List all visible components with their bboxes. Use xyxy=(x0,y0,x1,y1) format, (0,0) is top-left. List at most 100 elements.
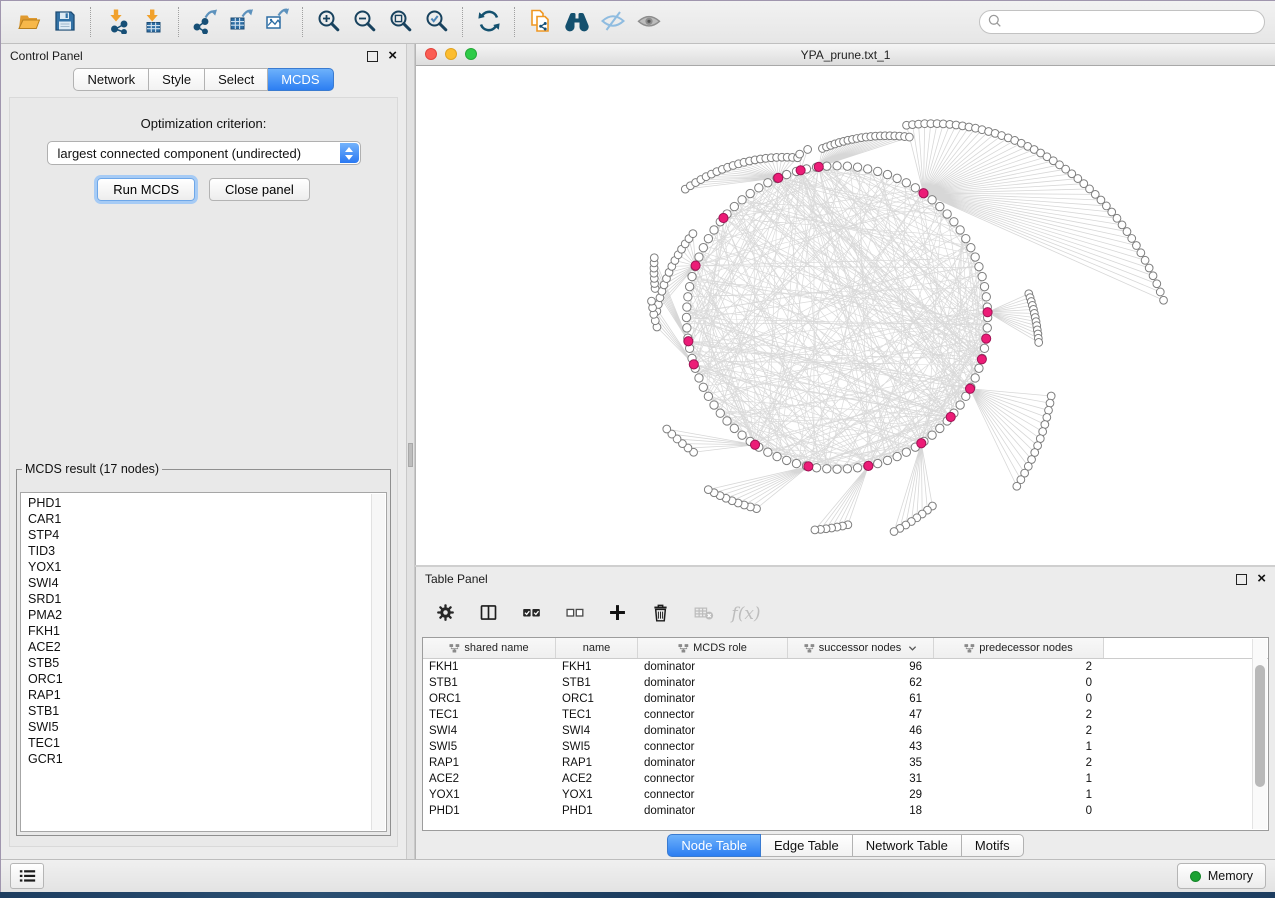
import-table-button[interactable] xyxy=(135,6,171,38)
mcds-node[interactable] xyxy=(919,189,928,198)
mcds-result-item[interactable]: STB1 xyxy=(21,703,386,719)
mcds-node[interactable] xyxy=(982,334,991,343)
table-row[interactable]: STB1STB1dominator620 xyxy=(423,675,1268,691)
mcds-result-item[interactable]: SWI4 xyxy=(21,575,386,591)
mcds-result-item[interactable]: TEC1 xyxy=(21,735,386,751)
mcds-node[interactable] xyxy=(946,412,955,421)
show-all-eye-button[interactable] xyxy=(631,6,667,38)
mcds-node[interactable] xyxy=(750,440,759,449)
mcds-node[interactable] xyxy=(719,213,728,222)
result-list-scrollbar[interactable] xyxy=(371,494,385,830)
table-row[interactable]: FKH1FKH1dominator962 xyxy=(423,659,1268,675)
close-panel-button[interactable]: Close panel xyxy=(209,178,310,201)
memory-button[interactable]: Memory xyxy=(1177,863,1266,889)
mcds-result-item[interactable]: SRD1 xyxy=(21,591,386,607)
mcds-node[interactable] xyxy=(774,173,783,182)
export-image-button[interactable] xyxy=(259,6,295,38)
float-panel-icon[interactable] xyxy=(367,51,378,62)
mcds-result-item[interactable]: TID3 xyxy=(21,543,386,559)
window-zoom-icon[interactable] xyxy=(465,48,477,60)
trash-button[interactable] xyxy=(649,603,671,625)
window-close-icon[interactable] xyxy=(425,48,437,60)
mcds-result-item[interactable]: STP4 xyxy=(21,527,386,543)
close-panel-icon[interactable]: × xyxy=(388,51,397,61)
table-scrollbar[interactable] xyxy=(1252,639,1267,829)
mcds-node[interactable] xyxy=(796,166,805,175)
export-table-button[interactable] xyxy=(223,6,259,38)
add-button[interactable] xyxy=(606,603,628,625)
mcds-result-item[interactable]: GCR1 xyxy=(21,751,386,767)
tab-node-table[interactable]: Node Table xyxy=(667,834,761,857)
table-row[interactable]: ORC1ORC1dominator610 xyxy=(423,691,1268,707)
mcds-result-item[interactable]: STB5 xyxy=(21,655,386,671)
column-header-name[interactable]: name xyxy=(556,638,638,658)
task-history-button[interactable] xyxy=(10,863,44,889)
export-network-button[interactable] xyxy=(187,6,223,38)
close-table-panel-icon[interactable]: × xyxy=(1257,574,1266,584)
column-header-shared-name[interactable]: shared name xyxy=(423,638,556,658)
mcds-result-item[interactable]: YOX1 xyxy=(21,559,386,575)
splitter-grip[interactable] xyxy=(408,443,413,467)
tab-select[interactable]: Select xyxy=(205,68,268,91)
zoom-in-button[interactable] xyxy=(311,6,347,38)
open-folder-button[interactable] xyxy=(11,6,47,38)
deselect-all-button[interactable] xyxy=(563,603,585,625)
share-document-button[interactable] xyxy=(523,6,559,38)
import-network-button[interactable] xyxy=(99,6,135,38)
select-all-button[interactable] xyxy=(520,603,542,625)
table-row[interactable]: YOX1YOX1connector291 xyxy=(423,787,1268,803)
mcds-node[interactable] xyxy=(864,461,873,470)
mcds-node[interactable] xyxy=(689,360,698,369)
binoculars-button[interactable] xyxy=(559,6,595,38)
table-row[interactable]: ACE2ACE2connector311 xyxy=(423,771,1268,787)
mcds-result-item[interactable]: ACE2 xyxy=(21,639,386,655)
optimization-select[interactable]: largest connected component (undirected) xyxy=(47,141,361,165)
mcds-result-item[interactable]: RAP1 xyxy=(21,687,386,703)
mcds-result-item[interactable]: PMA2 xyxy=(21,607,386,623)
run-mcds-button[interactable]: Run MCDS xyxy=(97,178,195,201)
refresh-button[interactable] xyxy=(471,6,507,38)
table-row[interactable]: RAP1RAP1dominator352 xyxy=(423,755,1268,771)
mcds-result-item[interactable]: PHD1 xyxy=(21,495,386,511)
network-canvas[interactable] xyxy=(416,66,1275,565)
hide-selected-eye-button[interactable] xyxy=(595,6,631,38)
mcds-node[interactable] xyxy=(983,308,992,317)
function-button[interactable]: f(x) xyxy=(735,603,757,625)
table-row[interactable]: SWI4SWI4dominator462 xyxy=(423,723,1268,739)
mcds-node[interactable] xyxy=(691,261,700,270)
mcds-node[interactable] xyxy=(977,355,986,364)
tab-edge-table[interactable]: Edge Table xyxy=(761,834,853,857)
zoom-selected-button[interactable] xyxy=(419,6,455,38)
mcds-node[interactable] xyxy=(917,439,926,448)
mcds-node[interactable] xyxy=(684,337,693,346)
column-header-successor-nodes[interactable]: successor nodes xyxy=(788,638,934,658)
tab-mcds[interactable]: MCDS xyxy=(268,68,333,91)
column-header-predecessor-nodes[interactable]: predecessor nodes xyxy=(934,638,1104,658)
panel-splitter[interactable] xyxy=(406,44,415,859)
float-table-panel-icon[interactable] xyxy=(1236,574,1247,585)
mcds-node[interactable] xyxy=(965,384,974,393)
tab-motifs[interactable]: Motifs xyxy=(962,834,1024,857)
window-minimize-icon[interactable] xyxy=(445,48,457,60)
save-session-button[interactable] xyxy=(47,6,83,38)
tab-style[interactable]: Style xyxy=(149,68,205,91)
tab-network[interactable]: Network xyxy=(73,68,149,91)
search-input[interactable] xyxy=(979,10,1265,34)
table-row[interactable]: PHD1PHD1dominator180 xyxy=(423,803,1268,819)
mcds-result-item[interactable]: SWI5 xyxy=(21,719,386,735)
mcds-node[interactable] xyxy=(814,162,823,171)
table-row[interactable]: SWI5SWI5connector431 xyxy=(423,739,1268,755)
columns-button[interactable] xyxy=(477,603,499,625)
zoom-fit-button[interactable] xyxy=(383,6,419,38)
table-scrollbar-thumb[interactable] xyxy=(1255,665,1265,787)
mcds-result-item[interactable]: CAR1 xyxy=(21,511,386,527)
table-row[interactable]: TEC1TEC1connector472 xyxy=(423,707,1268,723)
destroy-table-button[interactable] xyxy=(692,603,714,625)
mcds-result-item[interactable]: FKH1 xyxy=(21,623,386,639)
mcds-result-item[interactable]: ORC1 xyxy=(21,671,386,687)
zoom-out-button[interactable] xyxy=(347,6,383,38)
tab-network-table[interactable]: Network Table xyxy=(853,834,962,857)
gear-button[interactable] xyxy=(434,603,456,625)
mcds-node[interactable] xyxy=(804,462,813,471)
column-header-MCDS-role[interactable]: MCDS role xyxy=(638,638,788,658)
